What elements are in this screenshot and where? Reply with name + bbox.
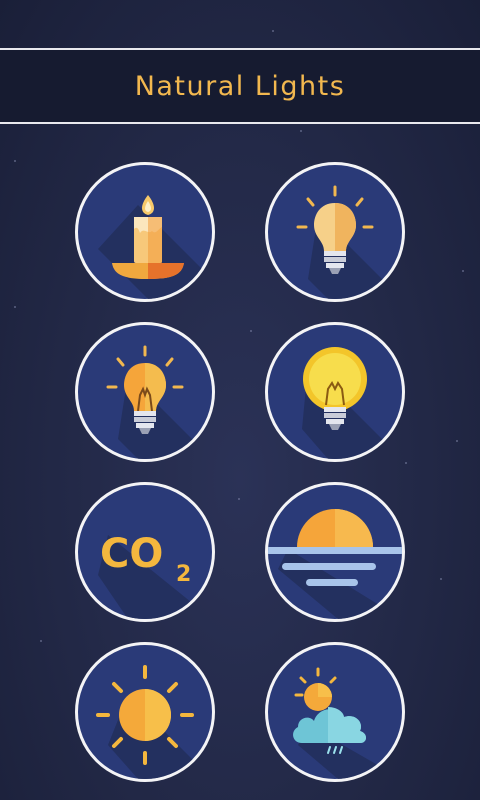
tile-lightbulb-filament[interactable] xyxy=(75,322,215,462)
candle-icon xyxy=(98,195,212,299)
tile-sun-cloud-rain[interactable] xyxy=(265,642,405,782)
tile-candle[interactable] xyxy=(75,162,215,302)
tile-sunset[interactable] xyxy=(265,482,405,622)
tile-lightbulb[interactable] xyxy=(265,162,405,302)
co2-subscript: 2 xyxy=(176,562,191,587)
icon-grid: CO 2 xyxy=(0,0,480,800)
glowing-lightbulb-icon xyxy=(302,347,402,459)
sun-behind-cloud-rain-icon xyxy=(293,667,402,779)
sunset-over-water-icon xyxy=(268,509,402,619)
tile-sun[interactable] xyxy=(75,642,215,782)
tile-glowing-lightbulb[interactable] xyxy=(265,322,405,462)
sun-icon xyxy=(96,665,212,779)
lightbulb-icon xyxy=(296,185,402,299)
tile-co2[interactable]: CO 2 xyxy=(75,482,215,622)
co2-label: CO xyxy=(100,531,163,577)
co2-icon: CO 2 xyxy=(98,531,212,619)
lightbulb-icon xyxy=(106,345,212,459)
